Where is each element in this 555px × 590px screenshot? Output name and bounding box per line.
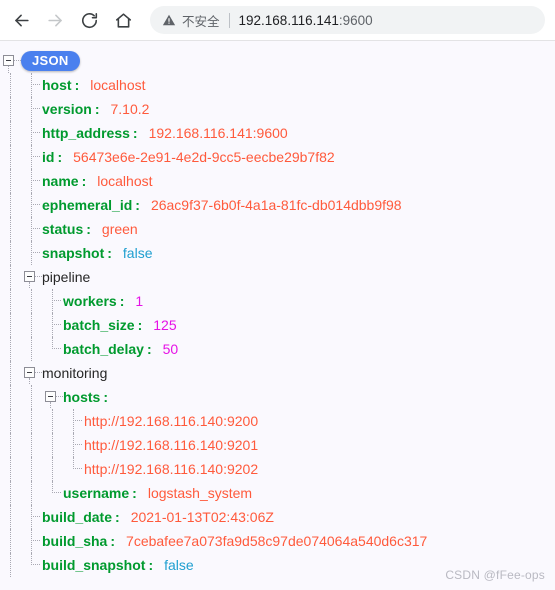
value-username: logstash_system xyxy=(147,485,253,501)
root-expander[interactable] xyxy=(0,49,21,73)
json-row-build-sha: build_sha : 7cebafee7a073fa9d58c97de0740… xyxy=(0,529,555,553)
json-row-host-item-1: http://192.168.116.140:9201 xyxy=(0,433,555,457)
monitoring-expander[interactable] xyxy=(21,361,42,385)
key-host: host xyxy=(42,77,72,93)
json-row-name: name : localhost xyxy=(0,169,555,193)
value-version: 7.10.2 xyxy=(110,101,150,117)
json-row-http-address: http_address : 192.168.116.141:9600 xyxy=(0,121,555,145)
colon: : xyxy=(137,317,143,333)
key-build-sha: build_sha xyxy=(42,533,108,549)
value-name: localhost xyxy=(97,173,153,189)
watermark: CSDN @fFee-ops xyxy=(445,568,545,582)
colon: : xyxy=(115,509,120,525)
json-row-id: id : 56473e6e-2e91-4e2d-9cc5-eecbe29b7f8… xyxy=(0,145,555,169)
reload-icon xyxy=(80,11,99,30)
json-row-monitoring: monitoring xyxy=(0,361,555,385)
colon: : xyxy=(86,221,91,237)
arrow-right-icon xyxy=(46,11,65,30)
url-text[interactable]: 192.168.116.141:9600 xyxy=(239,13,373,28)
address-bar[interactable]: 不安全 192.168.116.141:9600 xyxy=(150,6,545,34)
key-ephemeral-id: ephemeral_id xyxy=(42,197,133,213)
list-item: http://192.168.116.140:9201 xyxy=(84,437,259,453)
json-row-version: version : 7.10.2 xyxy=(0,97,555,121)
colon: : xyxy=(103,389,109,405)
json-root-badge[interactable]: JSON xyxy=(21,51,80,71)
json-row-ephemeral-id: ephemeral_id : 26ac9f37-6b0f-4a1a-81fc-d… xyxy=(0,193,555,217)
forward-button[interactable] xyxy=(40,5,70,35)
key-name: name xyxy=(42,173,79,189)
value-build-sha: 7cebafee7a073fa9d58c97de074064a540d6c317 xyxy=(126,533,428,549)
list-item: http://192.168.116.140:9200 xyxy=(84,413,259,429)
value-status: green xyxy=(101,221,138,237)
json-row-host-item-0: http://192.168.116.140:9200 xyxy=(0,409,555,433)
key-id: id xyxy=(42,149,55,165)
key-version: version xyxy=(42,101,92,117)
key-hosts: hosts xyxy=(63,389,101,405)
json-row-hosts: hosts : xyxy=(0,385,555,409)
key-status: status xyxy=(42,221,84,237)
value-build-date: 2021-01-13T02:43:06Z xyxy=(130,509,274,525)
json-root-row: JSON xyxy=(0,49,555,73)
value-id: 56473e6e-2e91-4e2d-9cc5-eecbe29b7f82 xyxy=(73,149,335,165)
json-row-status: status : green xyxy=(0,217,555,241)
home-icon xyxy=(114,11,133,30)
colon: : xyxy=(135,197,140,213)
key-http-address: http_address xyxy=(42,125,130,141)
key-build-date: build_date xyxy=(42,509,113,525)
json-row-snapshot: snapshot : false xyxy=(0,241,555,265)
colon: : xyxy=(146,341,152,357)
back-button[interactable] xyxy=(6,5,36,35)
browser-toolbar: 不安全 192.168.116.141:9600 xyxy=(0,0,555,41)
url-host: 192.168.116.141 xyxy=(238,12,339,28)
warning-triangle-icon[interactable] xyxy=(162,13,176,27)
insecure-label: 不安全 xyxy=(182,14,220,29)
colon: : xyxy=(57,149,63,165)
colon: : xyxy=(132,485,137,501)
colon: : xyxy=(107,245,112,261)
key-batch-delay: batch_delay xyxy=(63,341,144,357)
json-row-build-date: build_date : 2021-01-13T02:43:06Z xyxy=(0,505,555,529)
value-host: localhost xyxy=(90,77,146,93)
home-button[interactable] xyxy=(108,5,138,35)
url-port: :9600 xyxy=(338,12,373,28)
pipeline-expander[interactable] xyxy=(21,265,42,289)
colon: : xyxy=(81,173,87,189)
hosts-expander[interactable] xyxy=(42,385,63,409)
json-row-host: host : localhost xyxy=(0,73,555,97)
json-viewer: JSON host : localhost version : 7.10.2 h… xyxy=(0,41,555,590)
colon: : xyxy=(74,77,80,93)
node-label-monitoring: monitoring xyxy=(42,365,108,381)
value-http-address: 192.168.116.141:9600 xyxy=(148,125,288,141)
json-row-workers: workers : 1 xyxy=(0,289,555,313)
colon: : xyxy=(119,293,125,309)
json-row-batch-size: batch_size : 125 xyxy=(0,313,555,337)
colon: : xyxy=(94,101,100,117)
value-ephemeral-id: 26ac9f37-6b0f-4a1a-81fc-db014dbb9f98 xyxy=(150,197,402,213)
value-batch-delay: 50 xyxy=(162,341,179,357)
list-item: http://192.168.116.140:9202 xyxy=(84,461,259,477)
key-batch-size: batch_size xyxy=(63,317,135,333)
reload-button[interactable] xyxy=(74,5,104,35)
key-workers: workers xyxy=(63,293,117,309)
colon: : xyxy=(132,125,138,141)
colon: : xyxy=(110,533,116,549)
json-row-host-item-2: http://192.168.116.140:9202 xyxy=(0,457,555,481)
json-row-username: username : logstash_system xyxy=(0,481,555,505)
value-build-snapshot: false xyxy=(164,557,194,573)
key-build-snapshot: build_snapshot xyxy=(42,557,146,573)
omnibox-divider xyxy=(228,12,230,28)
key-snapshot: snapshot xyxy=(42,245,105,261)
value-workers: 1 xyxy=(135,293,144,309)
value-snapshot: false xyxy=(122,245,153,261)
node-label-pipeline: pipeline xyxy=(42,269,91,285)
arrow-left-icon xyxy=(12,11,31,30)
key-username: username xyxy=(63,485,130,501)
colon: : xyxy=(148,557,154,573)
json-row-pipeline: pipeline xyxy=(0,265,555,289)
value-batch-size: 125 xyxy=(153,317,177,333)
json-row-batch-delay: batch_delay : 50 xyxy=(0,337,555,361)
